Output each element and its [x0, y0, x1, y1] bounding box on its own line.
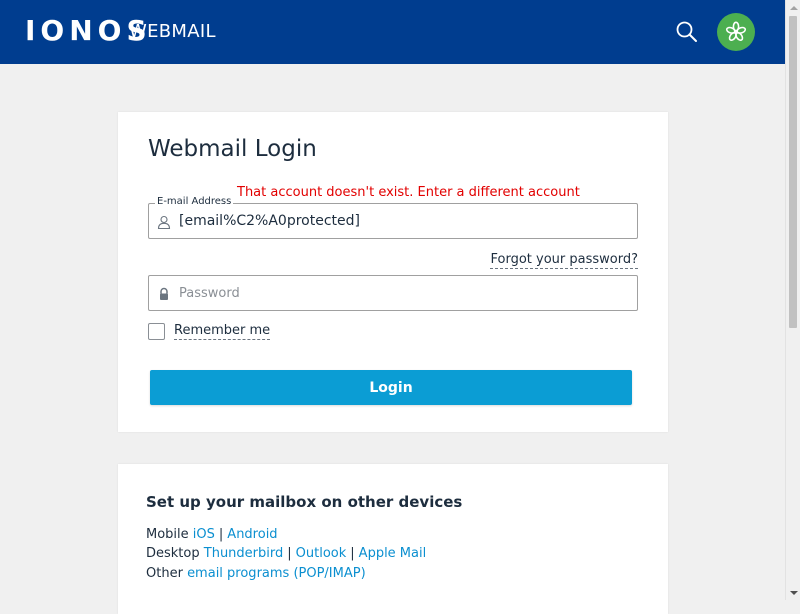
scroll-up-arrow-icon[interactable]: [786, 0, 800, 15]
email-field[interactable]: E-mail Address: [148, 196, 638, 239]
desktop-label: Desktop: [146, 546, 200, 561]
remember-me-checkbox[interactable]: [148, 322, 165, 340]
user-icon: [157, 214, 171, 230]
email-programs-link[interactable]: email programs (POP/IMAP): [187, 566, 366, 581]
devices-card: Set up your mailbox on other devices Mob…: [118, 464, 668, 614]
outlook-link[interactable]: Outlook: [296, 546, 347, 561]
vertical-scrollbar[interactable]: [785, 0, 800, 600]
top-navigation-bar: IONOS WEBMAIL: [0, 0, 785, 64]
product-name: WEBMAIL: [129, 21, 216, 42]
forgot-password-link[interactable]: Forgot your password?: [490, 252, 638, 269]
mobile-label: Mobile: [146, 527, 189, 542]
flower-icon: [725, 21, 747, 41]
page-title: Webmail Login: [148, 136, 317, 162]
android-link[interactable]: Android: [227, 527, 277, 542]
login-card: Webmail Login That account doesn't exist…: [118, 112, 668, 432]
error-message: That account doesn't exist. Enter a diff…: [237, 185, 580, 200]
mobile-row: Mobile iOS | Android: [146, 527, 278, 542]
scroll-down-arrow-icon[interactable]: [786, 585, 800, 600]
avatar[interactable]: [717, 13, 755, 51]
other-row: Other email programs (POP/IMAP): [146, 565, 366, 583]
search-icon[interactable]: [674, 19, 700, 45]
scrollbar-thumb[interactable]: [789, 16, 797, 328]
remember-me-label: Remember me: [174, 322, 271, 340]
remember-me-toggle[interactable]: Remember me: [148, 321, 271, 341]
other-label: Other: [146, 566, 183, 581]
password-field[interactable]: [148, 275, 638, 311]
ios-link[interactable]: iOS: [193, 527, 215, 542]
email-input[interactable]: [179, 204, 629, 238]
devices-title: Set up your mailbox on other devices: [146, 493, 463, 511]
thunderbird-link[interactable]: Thunderbird: [204, 546, 284, 561]
apple-mail-link[interactable]: Apple Mail: [359, 546, 427, 561]
login-button[interactable]: Login: [150, 370, 632, 405]
lock-icon: [157, 286, 171, 300]
password-input[interactable]: [179, 276, 629, 310]
desktop-row: Desktop Thunderbird | Outlook | Apple Mail: [146, 546, 427, 561]
